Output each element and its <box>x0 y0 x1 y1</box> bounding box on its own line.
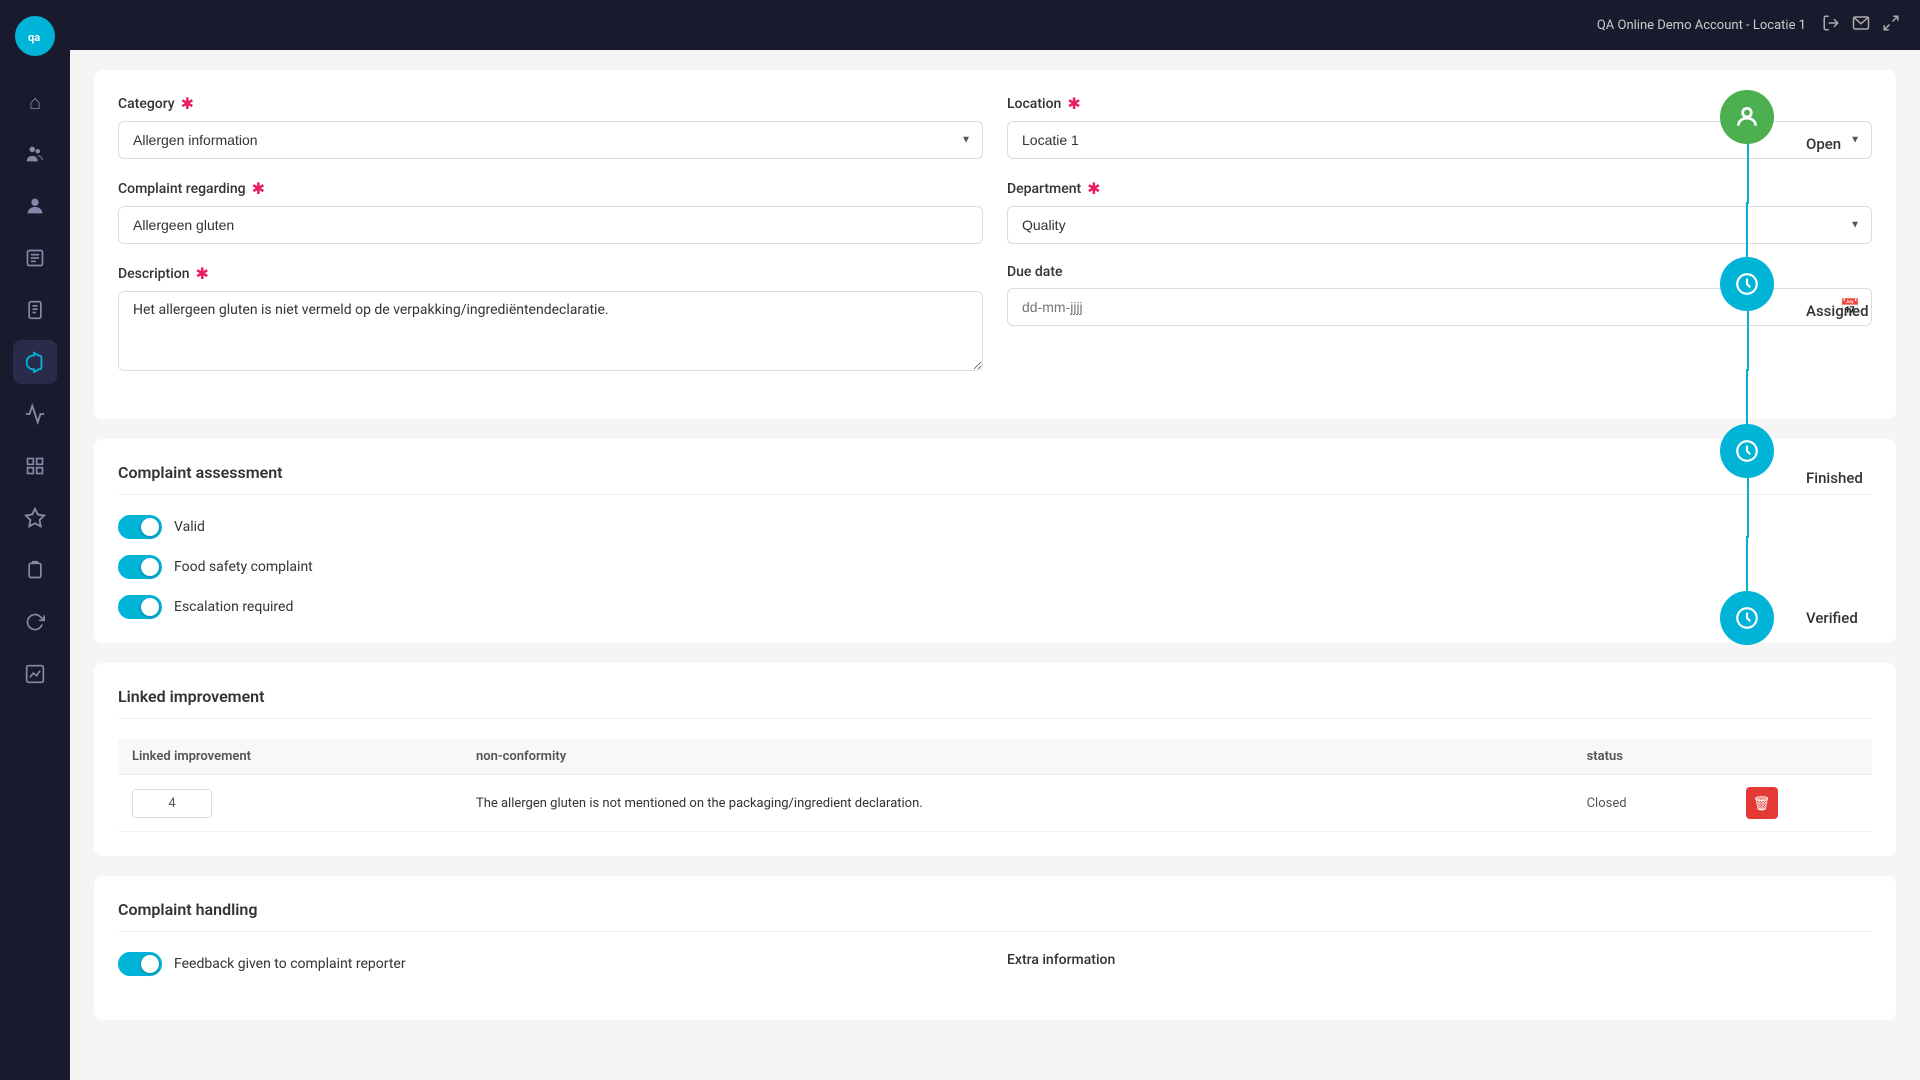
feedback-group: Feedback given to complaint reporter <box>118 952 983 976</box>
nonconformity-cell: The allergen gluten is not mentioned on … <box>462 775 1573 832</box>
open-circle <box>1720 90 1774 144</box>
improvement-id: 4 <box>132 789 212 818</box>
main-form-section: Category ✱ Allergen information Quality … <box>94 70 1896 419</box>
category-required: ✱ <box>181 94 194 113</box>
description-group: Description ✱ Het allergeen gluten is ni… <box>118 264 983 375</box>
delete-button[interactable]: 🗑 <box>1746 787 1778 819</box>
category-select[interactable]: Allergen information Quality complaint P… <box>118 121 983 159</box>
improvement-id-cell: 4 <box>118 775 462 832</box>
app-logo: qa <box>15 16 55 56</box>
description-label: Description ✱ <box>118 264 983 283</box>
escalation-toggle[interactable] <box>118 595 162 619</box>
assigned-label: Assigned <box>1806 302 1869 320</box>
description-required: ✱ <box>196 264 209 283</box>
food-safety-toggle[interactable] <box>118 555 162 579</box>
verified-step: Verified <box>1720 591 1858 705</box>
category-select-wrapper: Allergen information Quality complaint P… <box>118 121 983 159</box>
linked-improvement-header: Linked improvement <box>118 687 1872 719</box>
main-content: Category ✱ Allergen information Quality … <box>70 50 1920 1080</box>
table-row: 4 The allergen gluten is not mentioned o… <box>118 775 1872 832</box>
star-icon[interactable] <box>13 496 57 540</box>
chart-icon[interactable] <box>13 392 57 436</box>
complaint-regarding-input[interactable] <box>118 206 983 244</box>
user-icon[interactable] <box>13 184 57 228</box>
location-required: ✱ <box>1067 94 1080 113</box>
megaphone-icon[interactable] <box>13 340 57 384</box>
mail-icon[interactable] <box>1852 14 1870 36</box>
escalation-toggle-label: Escalation required <box>174 599 293 615</box>
topbar: QA Online Demo Account - Locatie 1 <box>70 0 1920 50</box>
department-required: ✱ <box>1087 179 1100 198</box>
description-duedate-row: Description ✱ Het allergeen gluten is ni… <box>118 264 1872 375</box>
assigned-step: Assigned <box>1720 257 1869 424</box>
clipboard-icon[interactable] <box>13 548 57 592</box>
grid-icon[interactable] <box>13 444 57 488</box>
verified-circle <box>1720 591 1774 645</box>
valid-toggle-row: Valid <box>118 515 1872 539</box>
status-badge: Closed <box>1587 796 1627 811</box>
feedback-toggle-row: Feedback given to complaint reporter <box>118 952 983 976</box>
assigned-circle <box>1720 257 1774 311</box>
complaint-handling-header: Complaint handling <box>118 900 1872 932</box>
table-col-linked: Linked improvement <box>118 739 462 775</box>
account-label: QA Online Demo Account - Locatie 1 <box>1597 18 1806 33</box>
open-label: Open <box>1806 135 1841 153</box>
workflow-panel: Open Assigned Finished Verified <box>1700 50 1920 745</box>
book-icon[interactable] <box>13 236 57 280</box>
description-textarea[interactable]: Het allergeen gluten is niet vermeld op … <box>118 291 983 371</box>
refresh-icon[interactable] <box>13 600 57 644</box>
home-icon[interactable]: ⌂ <box>13 80 57 124</box>
complaint-assessment-header: Complaint assessment <box>118 463 1872 495</box>
complaint-regarding-label: Complaint regarding ✱ <box>118 179 983 198</box>
linked-improvement-table: Linked improvement non-conformity status… <box>118 739 1872 832</box>
finished-step: Finished <box>1720 424 1863 591</box>
logout-icon[interactable] <box>1822 14 1840 36</box>
food-safety-toggle-row: Food safety complaint <box>118 555 1872 579</box>
valid-toggle[interactable] <box>118 515 162 539</box>
linked-improvement-section: Linked improvement Linked improvement no… <box>94 663 1896 856</box>
complaint-assessment-section: Complaint assessment Valid Food safety c… <box>94 439 1896 643</box>
assessment-toggles: Valid Food safety complaint Escalation r… <box>118 515 1872 619</box>
actions-cell: 🗑 <box>1732 775 1872 832</box>
verified-label: Verified <box>1806 609 1858 627</box>
complaint-handling-section: Complaint handling Feedback given to com… <box>94 876 1896 1020</box>
open-step: Open <box>1720 90 1841 257</box>
category-group: Category ✱ Allergen information Quality … <box>118 94 983 159</box>
complaint-regarding-group: Complaint regarding ✱ <box>118 179 983 244</box>
category-label: Category ✱ <box>118 94 983 113</box>
extra-info-group: Extra information <box>1007 952 1872 976</box>
status-cell: Closed <box>1573 775 1732 832</box>
organization-icon[interactable] <box>13 132 57 176</box>
finished-label: Finished <box>1806 469 1863 487</box>
extra-info-label: Extra information <box>1007 952 1872 968</box>
nonconformity-text: The allergen gluten is not mentioned on … <box>476 796 923 811</box>
valid-toggle-label: Valid <box>174 519 205 535</box>
complaint-department-row: Complaint regarding ✱ Department ✱ Quali… <box>118 179 1872 244</box>
analytics-icon[interactable] <box>13 652 57 696</box>
document-icon[interactable] <box>13 288 57 332</box>
category-location-row: Category ✱ Allergen information Quality … <box>118 94 1872 159</box>
svg-text:qa: qa <box>28 31 40 44</box>
table-col-nonconformity: non-conformity <box>462 739 1573 775</box>
complaint-handling-row: Feedback given to complaint reporter Ext… <box>118 952 1872 976</box>
escalation-toggle-row: Escalation required <box>118 595 1872 619</box>
expand-icon[interactable] <box>1882 14 1900 36</box>
feedback-toggle-label: Feedback given to complaint reporter <box>174 956 406 972</box>
finished-circle <box>1720 424 1774 478</box>
sidebar: qa ⌂ <box>0 0 70 1080</box>
complaint-regarding-required: ✱ <box>252 179 265 198</box>
food-safety-toggle-label: Food safety complaint <box>174 559 313 575</box>
feedback-toggle[interactable] <box>118 952 162 976</box>
